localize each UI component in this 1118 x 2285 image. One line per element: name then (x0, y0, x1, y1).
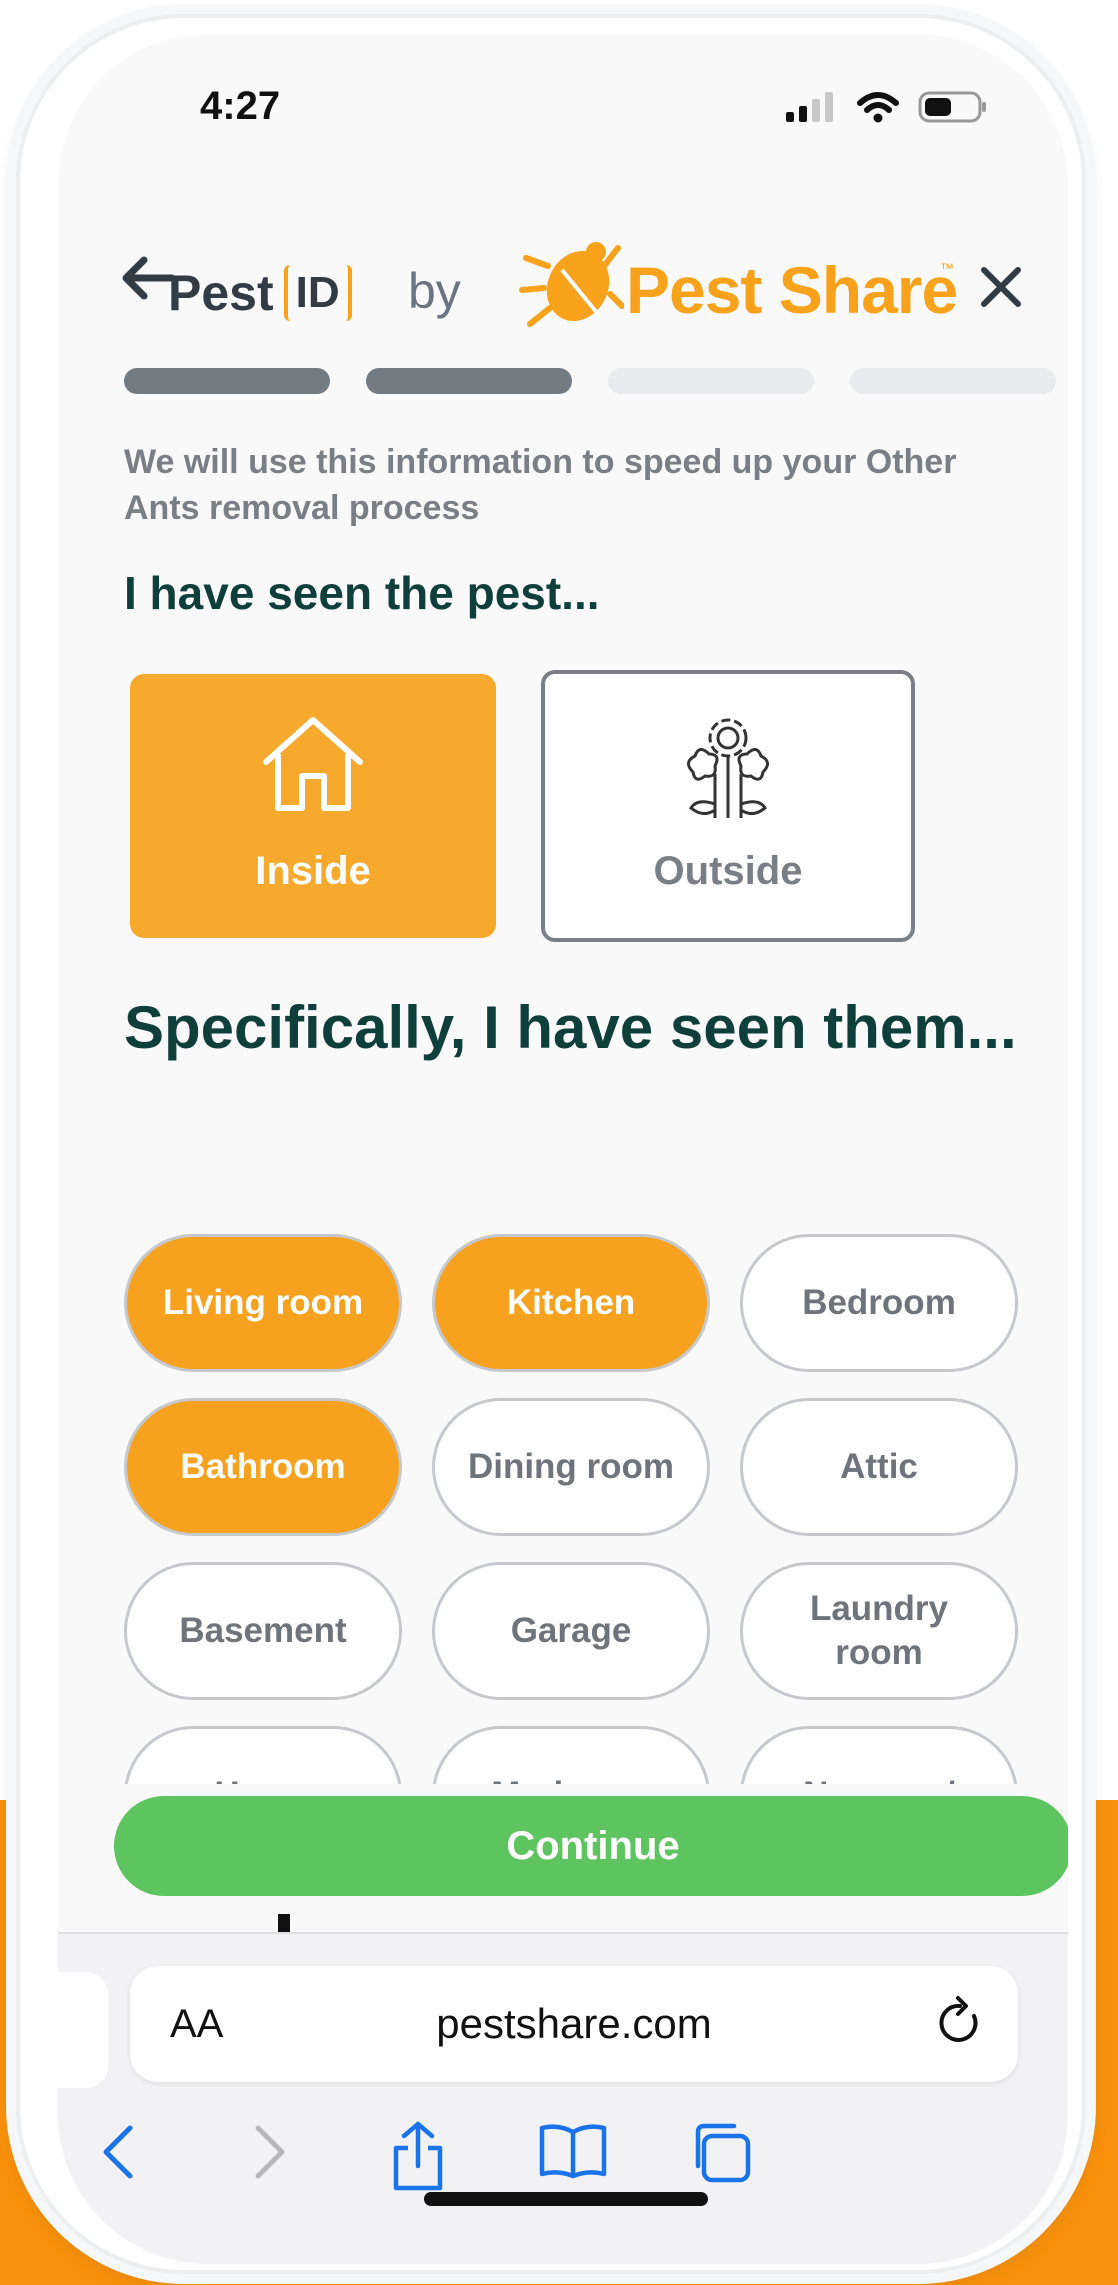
previous-tab-peek[interactable] (58, 1972, 108, 2088)
tabs-icon[interactable] (688, 2120, 754, 2191)
continue-button[interactable]: Continue (114, 1796, 1068, 1896)
app-header: Pest ID by Pest Share ™ (58, 224, 1068, 344)
location-outside-label: Outside (653, 849, 803, 893)
room-chip-attic[interactable]: Attic (740, 1398, 1018, 1536)
trademark-mark: ™ (940, 260, 954, 276)
address-bar[interactable]: AA pestshare.com (130, 1966, 1018, 2082)
logo-pest-text: Pest (168, 265, 274, 321)
progress-bar (124, 368, 1056, 394)
phone-frame: 4:27 Pest ID by Pest Share ™ We will use… (16, 14, 1086, 2274)
bug-logo-icon (518, 236, 625, 337)
logo-id-text: ID (283, 265, 352, 321)
bookmarks-icon[interactable] (538, 2120, 608, 2185)
location-outside-card[interactable]: Outside (541, 670, 915, 942)
room-chip-basement[interactable]: Basement (124, 1562, 402, 1700)
progress-step-2 (366, 368, 572, 394)
flowers-icon (673, 714, 783, 829)
location-inside-label: Inside (255, 849, 371, 893)
battery-icon (918, 90, 988, 124)
house-icon (258, 714, 368, 819)
room-chip-living-room[interactable]: Living room (124, 1234, 402, 1372)
url-text: pestshare.com (436, 2000, 712, 2047)
intro-text: We will use this information to speed up… (124, 443, 957, 527)
close-icon[interactable] (978, 264, 1024, 315)
section-title: I have seen the pest... (124, 567, 600, 619)
room-chip-laundry-room[interactable]: Laundry room (740, 1562, 1018, 1700)
chevron-right-icon[interactable] (244, 2120, 294, 2189)
location-inside-card[interactable]: Inside (130, 674, 496, 938)
share-icon[interactable] (388, 2120, 448, 2197)
browser-toolbar: AA pestshare.com (58, 1932, 1068, 2264)
signal-icon (786, 92, 838, 122)
progress-step-3 (608, 368, 814, 394)
scrolled-content-peek (278, 1914, 290, 1932)
progress-step-4 (850, 368, 1056, 394)
reload-icon[interactable] (934, 1996, 984, 2055)
pestid-logo: Pest ID (168, 264, 352, 322)
status-icons (786, 90, 988, 124)
brand-name: Pest Share (626, 253, 958, 327)
room-chip-bedroom[interactable]: Bedroom (740, 1234, 1018, 1372)
room-chip-nursery[interactable]: Nursery / (740, 1726, 1018, 1784)
progress-step-1 (124, 368, 330, 394)
room-chip-grid: Living room Kitchen Bedroom Bathroom Din… (124, 1234, 1024, 1784)
room-chip-bathroom[interactable]: Bathroom (124, 1398, 402, 1536)
wifi-icon (856, 91, 900, 123)
home-indicator[interactable] (424, 2192, 708, 2206)
status-bar: 4:27 (58, 34, 1068, 194)
phone-screen: 4:27 Pest ID by Pest Share ™ We will use… (58, 34, 1068, 2264)
room-chip-kitchen[interactable]: Kitchen (432, 1234, 710, 1372)
status-time: 4:27 (200, 84, 281, 128)
room-chip-dining-room[interactable]: Dining room (432, 1398, 710, 1536)
room-chip-mudroom[interactable]: Mudroom (432, 1726, 710, 1784)
room-chip-garage[interactable]: Garage (432, 1562, 710, 1700)
rooms-scroll-area[interactable]: Living room Kitchen Bedroom Bathroom Din… (58, 1204, 1068, 1784)
chevron-left-icon[interactable] (94, 2120, 144, 2189)
rooms-title: Specifically, I have seen them... (124, 994, 1017, 1061)
room-chip-home[interactable]: Home (124, 1726, 402, 1784)
by-text: by (408, 263, 461, 319)
